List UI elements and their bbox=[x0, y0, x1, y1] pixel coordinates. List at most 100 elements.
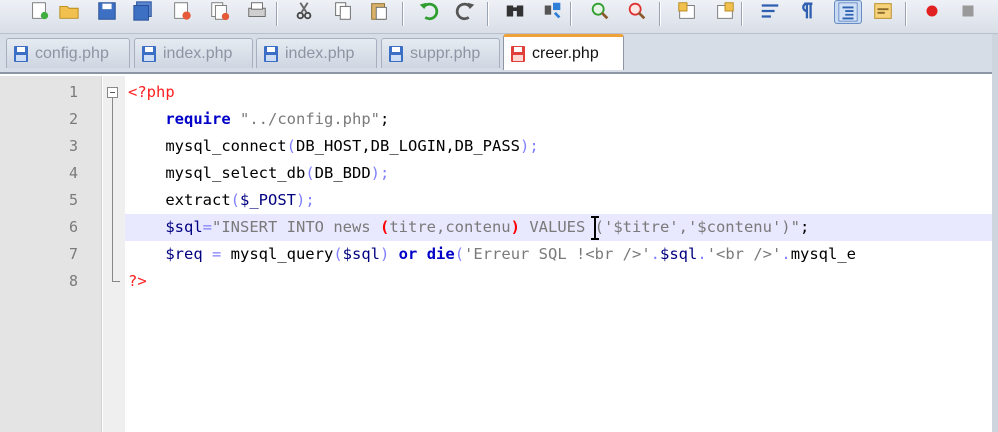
sync-h-button[interactable] bbox=[712, 0, 738, 22]
cut-button[interactable] bbox=[291, 0, 317, 22]
code-token: require bbox=[165, 110, 231, 128]
new-file-button[interactable] bbox=[26, 0, 52, 22]
code-line[interactable]: $sql="INSERT INTO news (titre,contenu) V… bbox=[128, 214, 809, 241]
code-line[interactable]: mysql_select_db(DB_BDD); bbox=[128, 160, 389, 187]
code-line[interactable]: mysql_connect(DB_HOST,DB_LOGIN,DB_PASS); bbox=[128, 133, 538, 160]
line-number: 2 bbox=[68, 110, 78, 128]
find-button[interactable] bbox=[502, 0, 528, 22]
close-all-button[interactable] bbox=[207, 0, 233, 22]
stop-macro-button[interactable] bbox=[955, 0, 981, 22]
line-number: 5 bbox=[68, 191, 78, 209]
show-symbols-icon bbox=[802, 2, 813, 19]
code-line[interactable]: extract($_POST); bbox=[128, 187, 315, 214]
code-token: $_POST bbox=[240, 191, 296, 209]
code-token: mysql_connect bbox=[165, 137, 287, 155]
code-token: ( bbox=[305, 164, 315, 182]
line-number: 3 bbox=[68, 137, 78, 155]
tab-index-2[interactable]: index.php bbox=[256, 38, 377, 68]
tab-index[interactable]: index.php bbox=[134, 38, 253, 68]
wrap-button[interactable] bbox=[757, 0, 783, 22]
code-token: . bbox=[781, 245, 791, 263]
sync-v-icon bbox=[678, 2, 695, 19]
sync-v-button[interactable] bbox=[674, 0, 700, 22]
toolbar-separator bbox=[741, 2, 742, 26]
code-token: . bbox=[650, 245, 661, 263]
code-line[interactable]: $req = mysql_query($sql) or die('Erreur … bbox=[128, 241, 856, 268]
saved-file-icon bbox=[264, 45, 278, 62]
undo-icon bbox=[419, 2, 439, 21]
user-lang-button[interactable] bbox=[870, 0, 896, 22]
code-token: ) bbox=[379, 245, 390, 263]
saved-file-icon bbox=[14, 45, 28, 62]
replace-icon bbox=[544, 2, 561, 19]
sync-h-icon bbox=[717, 2, 734, 19]
zoom-in-button[interactable] bbox=[587, 0, 613, 22]
zoom-in-icon bbox=[591, 2, 609, 20]
paste-button[interactable] bbox=[366, 0, 392, 22]
code-token: ; bbox=[379, 110, 390, 128]
copy-icon bbox=[335, 2, 351, 20]
user-lang-icon bbox=[874, 3, 892, 19]
code-token: ( bbox=[286, 137, 296, 155]
cut-icon bbox=[296, 2, 312, 20]
saved-file-icon bbox=[389, 45, 403, 62]
code-token: ( bbox=[379, 218, 390, 236]
redo-button[interactable] bbox=[453, 0, 479, 22]
fold-toggle-icon[interactable] bbox=[107, 87, 118, 98]
code-line[interactable]: ?> bbox=[128, 268, 147, 295]
code-token: 'Erreur SQL !<br />' bbox=[464, 245, 651, 263]
tab-creer[interactable]: creer.php bbox=[503, 34, 624, 70]
code-token: ); bbox=[370, 164, 390, 182]
replace-button[interactable] bbox=[540, 0, 566, 22]
save-button[interactable] bbox=[94, 0, 120, 22]
close-button[interactable] bbox=[169, 0, 195, 22]
record-macro-button[interactable] bbox=[919, 0, 945, 22]
tab-label: index.php bbox=[285, 44, 355, 62]
tab-bar: config.php index.php index.php suppr.php cre… bbox=[0, 34, 998, 74]
code-line[interactable]: <?php bbox=[128, 79, 175, 106]
new-file-icon bbox=[32, 2, 49, 20]
code-token: $sql bbox=[660, 245, 698, 263]
tab-baseline bbox=[0, 72, 998, 74]
code-token: DB_BDD bbox=[314, 164, 371, 182]
tab-label: config.php bbox=[35, 44, 109, 62]
code-token: ) bbox=[510, 218, 520, 236]
show-symbols-button[interactable] bbox=[793, 0, 819, 22]
text-cursor-icon bbox=[589, 216, 601, 245]
tab-config[interactable]: config.php bbox=[6, 38, 130, 68]
record-macro-icon bbox=[926, 5, 938, 17]
code-line[interactable]: require "../config.php"; bbox=[128, 106, 389, 133]
unsaved-file-icon bbox=[511, 45, 525, 62]
copy-button[interactable] bbox=[330, 0, 356, 22]
undo-button[interactable] bbox=[415, 0, 441, 22]
code-token: "INSERT INTO news bbox=[212, 218, 380, 236]
code-token: DB_LOGIN bbox=[370, 137, 446, 155]
zoom-out-button[interactable] bbox=[624, 0, 650, 22]
code-token: ( bbox=[333, 245, 343, 263]
zoom-out-icon bbox=[628, 2, 646, 20]
print-icon bbox=[248, 2, 266, 17]
tab-suppr[interactable]: suppr.php bbox=[381, 38, 500, 68]
code-token: "../config.php" bbox=[240, 110, 380, 128]
fold-guide-line bbox=[112, 98, 113, 282]
tab-label: suppr.php bbox=[410, 44, 481, 62]
code-token: ); bbox=[296, 191, 315, 209]
code-token: = bbox=[202, 245, 231, 263]
print-button[interactable] bbox=[244, 0, 270, 22]
paste-icon bbox=[371, 3, 387, 20]
open-folder-button[interactable] bbox=[56, 0, 82, 22]
code-token: <?php bbox=[128, 83, 175, 101]
code-token: extract bbox=[165, 191, 231, 209]
code-token: $sql bbox=[165, 218, 203, 236]
close-all-icon bbox=[211, 2, 230, 21]
code-token: DB_PASS bbox=[454, 137, 520, 155]
save-all-button[interactable] bbox=[130, 0, 156, 22]
indent-guide-button[interactable] bbox=[834, 0, 862, 24]
right-edge-strip bbox=[992, 34, 998, 432]
